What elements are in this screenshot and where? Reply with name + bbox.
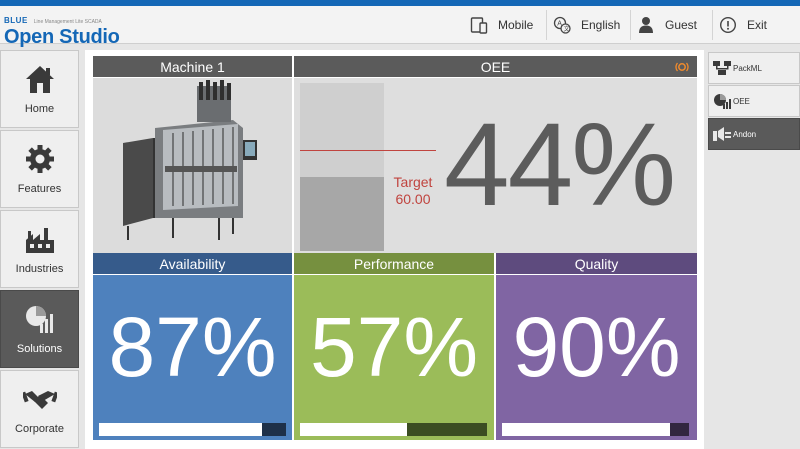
gear-icon <box>22 141 58 177</box>
oee-value: 44% <box>444 99 676 231</box>
performance-progress-fill <box>300 423 407 436</box>
quality-title: Quality <box>496 253 697 274</box>
oee-target-label-group: Target 60.00 <box>389 174 437 208</box>
oee-target-label: Target <box>393 174 433 190</box>
logo-tagline: Line Management Lite SCADA <box>33 19 102 25</box>
mobile-icon <box>470 16 488 34</box>
exit-icon <box>719 16 737 34</box>
rightnav-item-oee[interactable]: OEE <box>708 85 800 117</box>
rightnav-item-label: OEE <box>733 96 750 106</box>
quality-card: Quality 90% <box>496 253 697 449</box>
sidebar-item-label: Corporate <box>15 423 64 435</box>
oee-target-line <box>300 150 436 152</box>
availability-card: Availability 87% <box>93 253 292 449</box>
header-divider <box>546 10 547 40</box>
sidebar-item-home[interactable]: Home <box>0 50 79 128</box>
availability-value: 87% <box>108 300 277 394</box>
packml-icon <box>713 60 731 76</box>
sidebar-item-label: Industries <box>15 263 64 275</box>
mobile-label: Mobile <box>498 18 534 32</box>
oee-gauge-fill <box>300 177 384 251</box>
machine-title: Machine 1 <box>93 56 292 77</box>
oee-target-value: 60.00 <box>395 191 431 207</box>
performance-card: Performance 57% <box>294 253 494 449</box>
machine-image <box>93 78 292 253</box>
sidebar-item-label: Home <box>24 103 55 115</box>
language-label: English <box>581 18 621 32</box>
dashboard-panel: Machine 1 OEE Target 60.00 44% Availabil… <box>85 50 704 449</box>
header-divider <box>630 10 631 40</box>
rightnav-item-label: PackML <box>733 63 762 73</box>
app-logo[interactable]: BLUE Line Management Lite SCADA Open Stud… <box>4 10 120 47</box>
user-icon <box>637 16 655 34</box>
user-button[interactable]: Guest <box>637 6 697 44</box>
rightnav-item-label: Andon <box>733 129 757 139</box>
sidebar-item-solutions[interactable]: Solutions <box>0 290 79 368</box>
performance-progress-bar <box>300 423 487 436</box>
header-divider <box>712 10 713 40</box>
sidebar-item-label: Features <box>17 183 62 195</box>
quality-progress-bar <box>502 423 689 436</box>
solutions-chart-icon <box>22 301 58 337</box>
logo-app-name: Open Studio <box>4 26 120 48</box>
oee-icon <box>713 93 731 109</box>
exit-label: Exit <box>747 18 768 32</box>
quality-value: 90% <box>512 300 681 394</box>
handshake-icon <box>22 381 58 417</box>
performance-value: 57% <box>309 300 479 394</box>
sidebar-item-industries[interactable]: Industries <box>0 210 79 288</box>
sidebar-item-corporate[interactable]: Corporate <box>0 370 79 448</box>
home-icon <box>22 61 58 97</box>
rightnav-item-andon[interactable]: Andon <box>708 118 800 150</box>
andon-icon <box>713 126 731 142</box>
sidebar-item-label: Solutions <box>16 343 63 355</box>
oee-gauge <box>300 83 384 251</box>
svg-text:文: 文 <box>564 25 570 33</box>
machine-illustration <box>93 78 292 253</box>
availability-body: 87% <box>93 275 292 440</box>
availability-progress-fill <box>99 423 262 436</box>
availability-progress-bar <box>99 423 286 436</box>
logo-brand: BLUE <box>4 16 28 25</box>
left-sidebar: Home Features Industries Solutions Corpo… <box>0 50 79 449</box>
right-sidebar: PackML OEE Andon <box>708 50 800 449</box>
performance-body: 57% <box>294 275 494 440</box>
oee-title: OEE <box>480 58 511 75</box>
oee-title-bar: OEE <box>294 56 697 77</box>
language-icon: A文 <box>553 16 571 34</box>
language-button[interactable]: A文 English <box>553 6 620 44</box>
quality-progress-fill <box>502 423 671 436</box>
exit-button[interactable]: Exit <box>719 6 767 44</box>
sidebar-item-features[interactable]: Features <box>0 130 79 208</box>
performance-title: Performance <box>294 253 494 274</box>
mobile-button[interactable]: Mobile <box>470 6 533 44</box>
andon-light-icon[interactable] <box>675 60 689 76</box>
factory-icon <box>22 221 58 257</box>
rightnav-item-packml[interactable]: PackML <box>708 52 800 84</box>
oee-panel: Target 60.00 44% <box>294 78 697 253</box>
user-label: Guest <box>665 18 698 32</box>
availability-title: Availability <box>93 253 292 274</box>
quality-body: 90% <box>496 275 697 440</box>
